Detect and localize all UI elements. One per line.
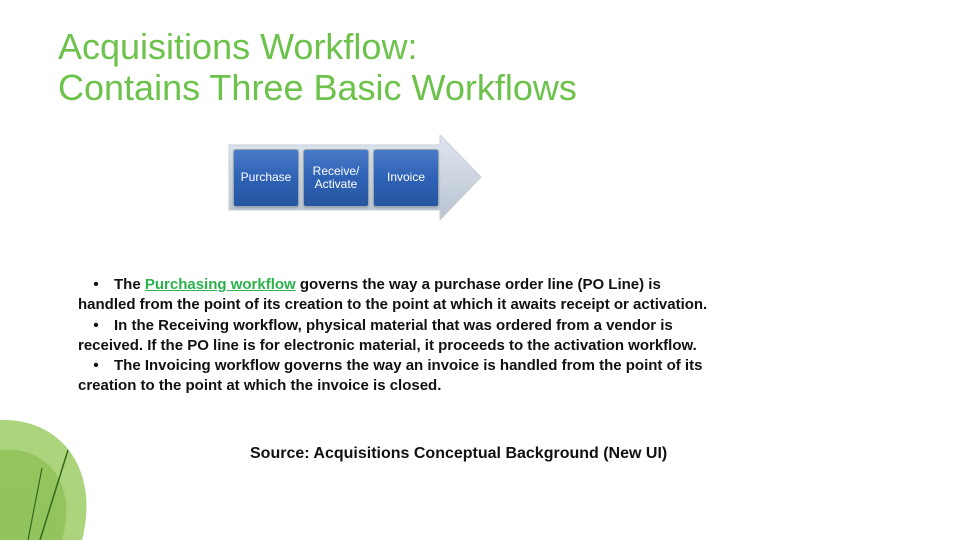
stage-label: Receive/ Activate <box>313 165 360 191</box>
body-text: •The Purchasing workflow governs the way… <box>78 275 708 397</box>
bullet-dot-icon: • <box>78 356 114 376</box>
bullet-1-pre: The <box>114 276 145 293</box>
stage-purchase: Purchase <box>233 149 299 207</box>
bullet-2-text: In the Receiving workflow, physical mate… <box>78 317 697 354</box>
stage-label: Purchase <box>241 171 292 184</box>
title-line-2: Contains Three Basic Workflows <box>58 67 577 108</box>
bullet-3: •The Invoicing workflow governs the way … <box>78 356 708 397</box>
bullet-1-highlight: Purchasing workflow <box>145 276 296 293</box>
bullet-3-text: The Invoicing workflow governs the way a… <box>78 357 702 394</box>
leaf-decoration-icon <box>0 390 110 540</box>
bullet-1: •The Purchasing workflow governs the way… <box>78 275 708 316</box>
title-line-1: Acquisitions Workflow: <box>58 26 417 67</box>
bullet-2: •In the Receiving workflow, physical mat… <box>78 316 708 357</box>
stage-boxes: Purchase Receive/ Activate Invoice <box>233 149 439 207</box>
stage-label: Invoice <box>387 171 425 184</box>
bullet-dot-icon: • <box>78 275 114 295</box>
stage-invoice: Invoice <box>373 149 439 207</box>
workflow-diagram: Purchase Receive/ Activate Invoice <box>225 135 485 220</box>
stage-receive-activate: Receive/ Activate <box>303 149 369 207</box>
bullet-dot-icon: • <box>78 316 114 336</box>
source-line: Source: Acquisitions Conceptual Backgrou… <box>250 445 667 463</box>
slide-title: Acquisitions Workflow: Contains Three Ba… <box>58 26 577 109</box>
